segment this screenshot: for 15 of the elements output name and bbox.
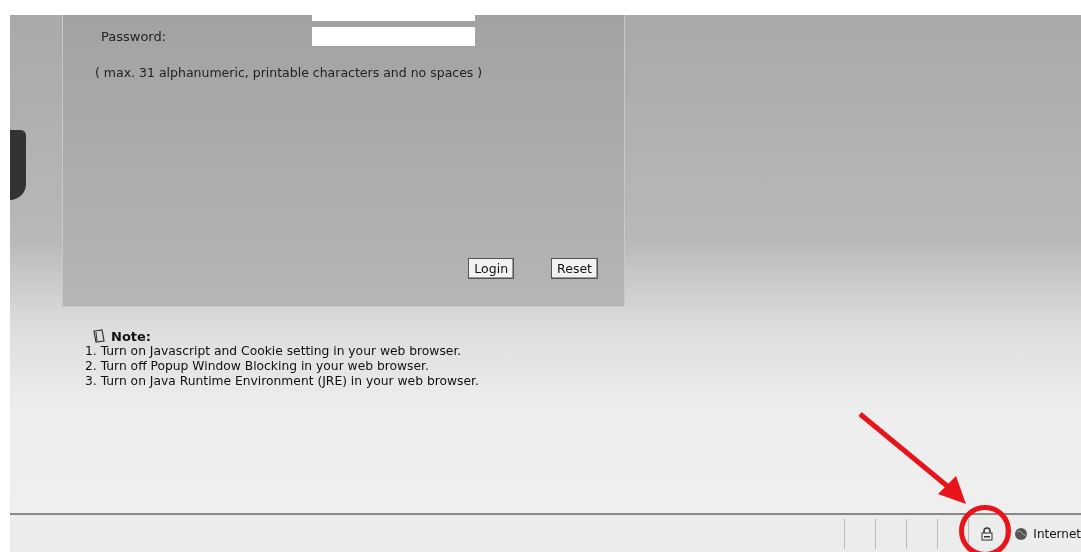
annotation-circle [959, 505, 1011, 552]
field-label: Password: [101, 29, 168, 45]
input-field[interactable] [312, 14, 475, 21]
note-item: 2. Turn off Popup Window Blocking in your web browser. [85, 358, 430, 374]
globe-icon [1014, 526, 1029, 541]
note-item: 1. Turn on Javascript and Cookie setting in your web browser. [85, 343, 463, 359]
reset-button[interactable]: Reset [551, 257, 598, 279]
note-title: Note: [111, 328, 152, 344]
lock-icon [981, 526, 994, 541]
hint-text: ( max. 31 alphanumeric, printable characters and no spaces ) [95, 64, 484, 80]
login-button[interactable]: Login [468, 257, 515, 279]
password-field[interactable] [312, 27, 475, 47]
zone-label: Internet [1033, 526, 1081, 541]
note-icon [92, 329, 106, 344]
note-item: 3. Turn on Java Runtime Environment (JRE) in your web browser. [85, 373, 480, 389]
